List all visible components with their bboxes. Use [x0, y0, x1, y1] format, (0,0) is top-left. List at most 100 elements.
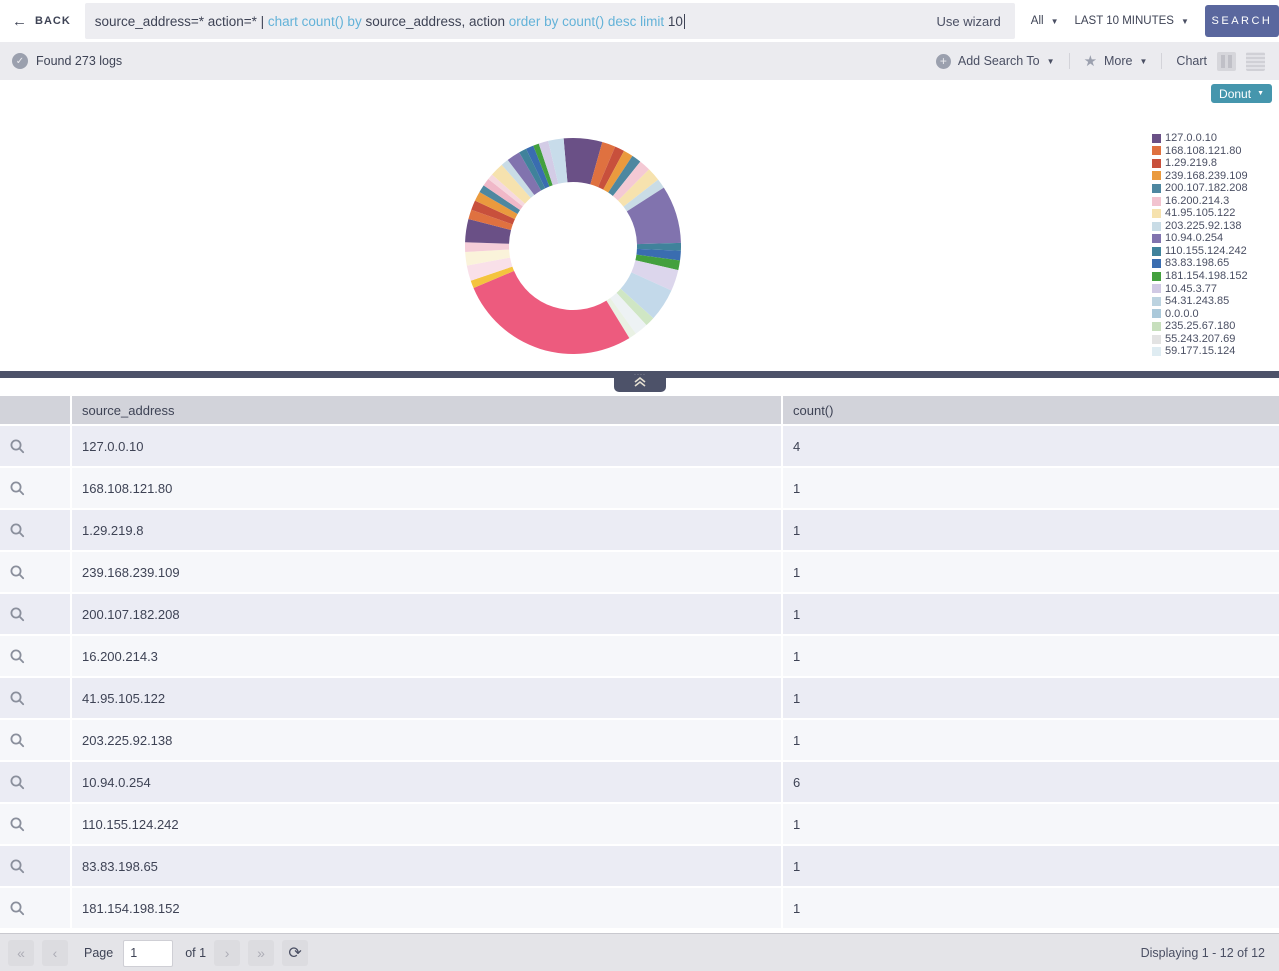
scope-dropdown[interactable]: All ▼: [1031, 15, 1059, 27]
star-icon: ★: [1084, 52, 1097, 70]
cell-source-address: 83.83.198.65: [72, 846, 781, 886]
legend-item[interactable]: 1.29.219.8: [1152, 157, 1248, 170]
back-button[interactable]: ← BACK: [0, 13, 85, 30]
double-chevron-up-icon: [633, 377, 647, 387]
chart-columns-toggle-icon[interactable]: [1217, 52, 1236, 71]
legend-item[interactable]: 200.107.182.208: [1152, 182, 1248, 195]
cell-count: 4: [783, 426, 1279, 466]
cell-source-address: 181.154.198.152: [72, 888, 781, 928]
legend-label: 59.177.15.124: [1165, 345, 1235, 358]
row-search-icon[interactable]: [0, 720, 70, 760]
table-row[interactable]: 181.154.198.1521: [0, 888, 1279, 930]
refresh-button[interactable]: ⟳: [282, 940, 308, 966]
divider: [1069, 53, 1070, 69]
legend-item[interactable]: 110.155.124.242: [1152, 245, 1248, 258]
header-cell-count[interactable]: count(): [783, 396, 1279, 424]
legend-item[interactable]: 0.0.0.0: [1152, 308, 1248, 321]
row-search-icon[interactable]: [0, 510, 70, 550]
scope-value: All: [1031, 15, 1044, 27]
legend-item[interactable]: 55.243.207.69: [1152, 333, 1248, 346]
table-row[interactable]: 16.200.214.31: [0, 636, 1279, 678]
legend-item[interactable]: 16.200.214.3: [1152, 195, 1248, 208]
row-search-icon[interactable]: [0, 678, 70, 718]
legend-swatch: [1152, 197, 1161, 206]
cell-source-address: 239.168.239.109: [72, 552, 781, 592]
legend-label: 235.25.67.180: [1165, 320, 1235, 333]
check-circle-icon: ✓: [12, 53, 28, 69]
legend-item[interactable]: 41.95.105.122: [1152, 207, 1248, 220]
row-search-icon[interactable]: [0, 762, 70, 802]
query-segment: chart count() by: [268, 14, 366, 29]
table-row[interactable]: 110.155.124.2421: [0, 804, 1279, 846]
table-row[interactable]: 239.168.239.1091: [0, 552, 1279, 594]
chart-grid-toggle-icon[interactable]: [1246, 52, 1265, 71]
row-search-icon[interactable]: [0, 552, 70, 592]
page-number-input[interactable]: [123, 940, 173, 967]
header-cell-icon: [0, 396, 70, 424]
row-search-icon[interactable]: [0, 804, 70, 844]
row-search-icon[interactable]: [0, 426, 70, 466]
first-page-button[interactable]: «: [8, 940, 34, 966]
page-label: Page: [84, 946, 113, 960]
add-search-to-dropdown[interactable]: + Add Search To ▼: [936, 54, 1055, 69]
legend-item[interactable]: 54.31.243.85: [1152, 295, 1248, 308]
chart-type-dropdown[interactable]: Donut ▼: [1211, 84, 1272, 103]
legend-item[interactable]: 10.45.3.77: [1152, 283, 1248, 296]
table-row[interactable]: 203.225.92.1381: [0, 720, 1279, 762]
more-dropdown[interactable]: ★ More ▼: [1084, 52, 1148, 70]
legend-item[interactable]: 239.168.239.109: [1152, 170, 1248, 183]
legend-swatch: [1152, 234, 1161, 243]
cell-source-address: 16.200.214.3: [72, 636, 781, 676]
legend-swatch: [1152, 134, 1161, 143]
legend-item[interactable]: 83.83.198.65: [1152, 257, 1248, 270]
search-button[interactable]: SEARCH: [1205, 5, 1279, 37]
chevron-down-icon: ▼: [1051, 17, 1059, 26]
legend-swatch: [1152, 309, 1161, 318]
cell-count: 1: [783, 720, 1279, 760]
prev-page-button[interactable]: ‹: [42, 940, 68, 966]
donut-chart[interactable]: [462, 135, 684, 357]
add-search-to-label: Add Search To: [958, 54, 1040, 68]
row-search-icon[interactable]: [0, 468, 70, 508]
legend-item[interactable]: 127.0.0.10: [1152, 132, 1248, 145]
legend-swatch: [1152, 284, 1161, 293]
table-row[interactable]: 41.95.105.1221: [0, 678, 1279, 720]
back-label: BACK: [35, 15, 71, 27]
table-row[interactable]: 10.94.0.2546: [0, 762, 1279, 804]
header-cell-source-address[interactable]: source_address: [72, 396, 781, 424]
pagination-bar: « ‹ Page of 1 › » ⟳ Displaying 1 - 12 of…: [0, 933, 1279, 971]
table-row[interactable]: 200.107.182.2081: [0, 594, 1279, 636]
legend-swatch: [1152, 347, 1161, 356]
legend-item[interactable]: 168.108.121.80: [1152, 145, 1248, 158]
table-row[interactable]: 1.29.219.81: [0, 510, 1279, 552]
row-search-icon[interactable]: [0, 636, 70, 676]
row-search-icon[interactable]: [0, 888, 70, 928]
legend-item[interactable]: 59.177.15.124: [1152, 345, 1248, 358]
legend-item[interactable]: 203.225.92.138: [1152, 220, 1248, 233]
time-range-dropdown[interactable]: LAST 10 MINUTES ▼: [1074, 15, 1188, 27]
query-segment: 10: [668, 14, 683, 29]
legend-swatch: [1152, 171, 1161, 180]
legend-item[interactable]: 10.94.0.254: [1152, 232, 1248, 245]
table-row[interactable]: 127.0.0.104: [0, 426, 1279, 468]
row-search-icon[interactable]: [0, 846, 70, 886]
legend-label: 16.200.214.3: [1165, 195, 1229, 208]
legend-swatch: [1152, 322, 1161, 331]
use-wizard-link[interactable]: Use wizard: [936, 3, 1000, 39]
last-page-button[interactable]: »: [248, 940, 274, 966]
next-page-button[interactable]: ›: [214, 940, 240, 966]
results-table-header: source_address count(): [0, 396, 1279, 424]
row-search-icon[interactable]: [0, 594, 70, 634]
query-segment: order by count() desc limit: [509, 14, 668, 29]
table-row[interactable]: 83.83.198.651: [0, 846, 1279, 888]
cell-count: 1: [783, 846, 1279, 886]
legend-item[interactable]: 181.154.198.152: [1152, 270, 1248, 283]
legend-swatch: [1152, 247, 1161, 256]
query-segment: source_address=* action=* |: [95, 14, 268, 29]
collapse-chart-button[interactable]: ····: [614, 374, 666, 392]
legend-item[interactable]: 235.25.67.180: [1152, 320, 1248, 333]
donut-slice[interactable]: [474, 271, 630, 354]
legend-label: 239.168.239.109: [1165, 170, 1248, 183]
table-row[interactable]: 168.108.121.801: [0, 468, 1279, 510]
search-query-input[interactable]: source_address=* action=* | chart count(…: [85, 3, 1015, 39]
